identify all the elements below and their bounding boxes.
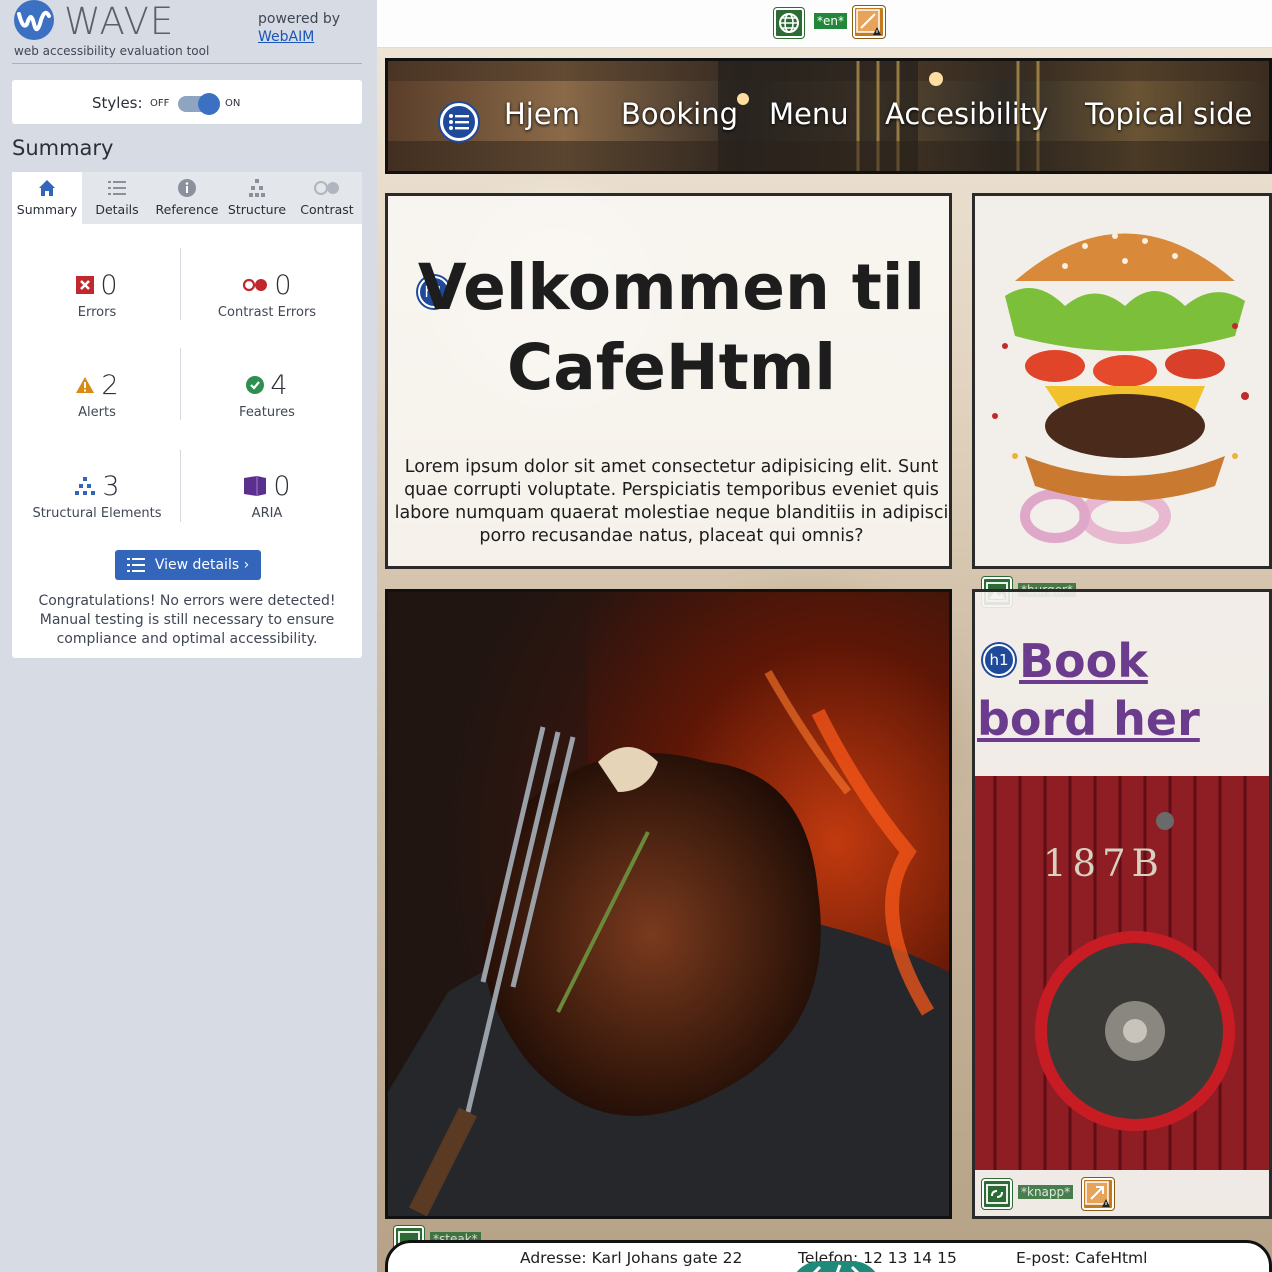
footer-email: E-post: CafeHtml — [1016, 1249, 1148, 1267]
errors-count: 0 — [100, 269, 118, 301]
redundant-link-alert-icon — [1085, 1181, 1110, 1207]
tab-summary[interactable]: Summary — [12, 172, 82, 224]
wave-logo-icon — [14, 0, 54, 40]
wave-sidebar: WAVE web accessibility evaluation tool p… — [0, 0, 376, 1272]
knapp-alt-label: *knapp* — [1018, 1185, 1074, 1199]
alert-chip[interactable] — [1082, 1178, 1114, 1210]
aria-icon — [244, 476, 267, 496]
stat-contrast-errors[interactable]: 0 Contrast Errors — [182, 269, 352, 321]
home-icon — [39, 180, 55, 196]
book-table-link-text: Book bord her — [977, 634, 1200, 746]
linked-image-icon-glyph — [986, 1184, 1008, 1204]
features-label: Features — [239, 405, 295, 420]
view-details-label: View details › — [154, 557, 250, 573]
booking-section: h1 Book bord her 187B — [972, 589, 1272, 1219]
stat-aria[interactable]: 0 ARIA — [182, 470, 352, 521]
navigation-structure-icon[interactable] — [440, 103, 478, 141]
welcome-heading: Velkommen til CafeHtml — [417, 251, 926, 404]
alert-chip[interactable] — [853, 6, 885, 38]
list-icon — [449, 114, 469, 130]
code-icon — [812, 1264, 860, 1272]
webaim-link[interactable]: WebAIM — [258, 29, 314, 45]
nav-link-booking[interactable]: Booking — [621, 97, 738, 131]
styles-label: Styles: — [92, 94, 143, 112]
wave-tabs: Summary Details Reference Structure Cont… — [12, 172, 362, 224]
stat-structural[interactable]: 3 Structural Elements — [12, 470, 182, 522]
powered-by-text: powered by — [258, 11, 341, 27]
welcome-section: h1 Velkommen til CafeHtml Lorem ipsum do… — [385, 193, 952, 569]
page-preview: *en* Hjem Booking Menu Accesibility Topi… — [377, 0, 1272, 1272]
wave-header: WAVE web accessibility evaluation tool p… — [12, 0, 362, 64]
footer-address: Adresse: Karl Johans gate 22 — [520, 1249, 743, 1267]
stat-features[interactable]: 4 Features — [182, 369, 352, 421]
tab-contrast[interactable]: Contrast — [292, 172, 362, 224]
steak-image — [385, 589, 952, 1219]
list-icon — [108, 181, 126, 195]
errors-label: Errors — [77, 305, 117, 320]
wave-top-icons: *en* — [377, 0, 1272, 48]
language-marker: *en* — [814, 13, 847, 29]
summary-panel: 0 Errors 0 Contrast Errors 2 Alerts 4 Fe… — [12, 224, 362, 658]
structure-icon — [75, 477, 96, 495]
check-circle-icon — [246, 376, 265, 394]
styles-toggle-box: Styles: OFF ON — [12, 80, 362, 124]
door-number: 187B — [1043, 842, 1165, 885]
stat-errors[interactable]: 0 Errors — [12, 269, 182, 320]
welcome-paragraph: Lorem ipsum dolor sit amet consectetur a… — [394, 457, 949, 546]
tab-details[interactable]: Details — [82, 172, 152, 224]
contrast-errors-count: 0 — [274, 269, 292, 301]
nav-link-hjem[interactable]: Hjem — [504, 97, 580, 131]
aria-label: ARIA — [251, 506, 283, 521]
contrast-icon — [314, 181, 339, 195]
language-feature-chip[interactable] — [774, 8, 804, 38]
alerts-count: 2 — [101, 369, 119, 401]
styles-toggle[interactable] — [178, 93, 220, 115]
aria-count: 0 — [273, 470, 291, 502]
features-count: 4 — [270, 369, 288, 401]
alerts-label: Alerts — [78, 405, 116, 420]
door-illustration — [975, 776, 1269, 1170]
contrast-error-icon — [243, 278, 268, 292]
tab-label: Details — [95, 202, 139, 217]
steak-illustration — [388, 592, 949, 1216]
redundant-alert-icon — [856, 9, 881, 35]
wave-subtitle: web accessibility evaluation tool — [14, 44, 210, 58]
nav-link-topical-side[interactable]: Topical side — [1085, 97, 1252, 131]
stat-alerts[interactable]: 2 Alerts — [12, 369, 182, 420]
info-icon — [178, 179, 196, 197]
wave-brand: WAVE — [64, 0, 175, 43]
powered-by: powered by WebAIM — [258, 10, 340, 46]
structural-count: 3 — [102, 470, 120, 502]
burger-image — [972, 193, 1272, 569]
door-image: 187B — [975, 776, 1269, 1170]
burger-illustration — [975, 196, 1269, 566]
nav-link-menu[interactable]: Menu — [769, 97, 849, 131]
tab-structure[interactable]: Structure — [222, 172, 292, 224]
linked-image-icon[interactable] — [982, 1179, 1012, 1209]
tab-label: Structure — [227, 202, 287, 217]
tab-label: Summary — [16, 202, 78, 217]
list-icon — [126, 558, 145, 572]
site-footer: Adresse: Karl Johans gate 22 Telefon: 12… — [385, 1240, 1272, 1272]
contrast-errors-label: Contrast Errors — [217, 305, 317, 320]
congrats-message: Congratulations! No errors were detected… — [38, 593, 336, 647]
tab-reference[interactable]: Reference — [152, 172, 222, 224]
code-view-icon[interactable] — [790, 1261, 882, 1272]
error-icon — [76, 276, 95, 294]
nav-link-accesibility[interactable]: Accesibility — [885, 97, 1048, 131]
tab-label: Contrast — [300, 202, 354, 217]
globe-icon — [779, 13, 799, 33]
summary-heading: Summary — [12, 136, 114, 160]
toggle-off-label: OFF — [150, 98, 170, 109]
tab-label: Reference — [155, 202, 219, 217]
structural-label: Structural Elements — [32, 506, 162, 521]
alert-icon — [76, 377, 95, 393]
book-table-link[interactable]: Book bord her — [977, 632, 1269, 748]
view-details-button[interactable]: View details › — [115, 550, 261, 580]
hierarchy-icon — [249, 179, 265, 197]
toggle-on-label: ON — [225, 98, 241, 109]
site-navbar: Hjem Booking Menu Accesibility Topical s… — [385, 58, 1272, 174]
toggle-knob — [198, 93, 220, 115]
